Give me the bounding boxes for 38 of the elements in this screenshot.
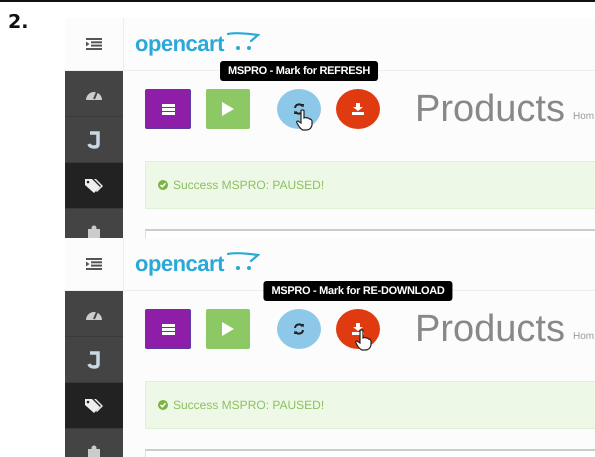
puzzle-icon — [86, 444, 102, 457]
breadcrumb-link[interactable]: Hom — [572, 110, 594, 122]
tooltip: MSPRO - Mark for RE-DOWNLOAD — [263, 281, 453, 301]
check-circle-icon — [158, 180, 168, 190]
play-icon — [222, 102, 234, 116]
refresh-icon — [293, 323, 305, 335]
play-icon — [222, 322, 234, 336]
logo-text: opencart — [135, 251, 224, 277]
page-heading: Products — [415, 308, 565, 350]
cart-icon — [226, 251, 260, 271]
alert-text: Success MSPRO: PAUSED! — [173, 178, 324, 192]
j-icon — [87, 350, 101, 368]
step-number: 2. — [8, 11, 28, 33]
list-icon — [162, 324, 174, 334]
hand-cursor-icon — [354, 329, 372, 351]
page-heading: Products — [415, 88, 565, 130]
tags-icon — [84, 398, 104, 414]
j-icon — [87, 130, 101, 148]
tags-icon — [84, 178, 104, 194]
list-button[interactable] — [145, 309, 191, 349]
hand-cursor-icon — [295, 109, 313, 131]
tooltip: MSPRO - Mark for REFRESH — [220, 61, 378, 81]
download-icon — [352, 103, 364, 115]
breadcrumb-link[interactable]: Hom — [572, 330, 594, 342]
cart-icon — [226, 31, 260, 51]
refresh-button[interactable] — [277, 309, 321, 349]
list-button[interactable] — [145, 89, 191, 129]
list-icon — [162, 104, 174, 114]
download-button[interactable] — [336, 309, 380, 349]
logo-text: opencart — [135, 31, 224, 57]
alert-text: Success MSPRO: PAUSED! — [173, 398, 324, 412]
puzzle-icon — [86, 224, 102, 238]
refresh-icon — [293, 103, 305, 115]
sidebar-item[interactable] — [65, 383, 123, 429]
menu-icon[interactable] — [86, 38, 102, 50]
sidebar-item[interactable] — [65, 163, 123, 209]
check-circle-icon — [158, 400, 168, 410]
menu-icon[interactable] — [86, 258, 102, 270]
